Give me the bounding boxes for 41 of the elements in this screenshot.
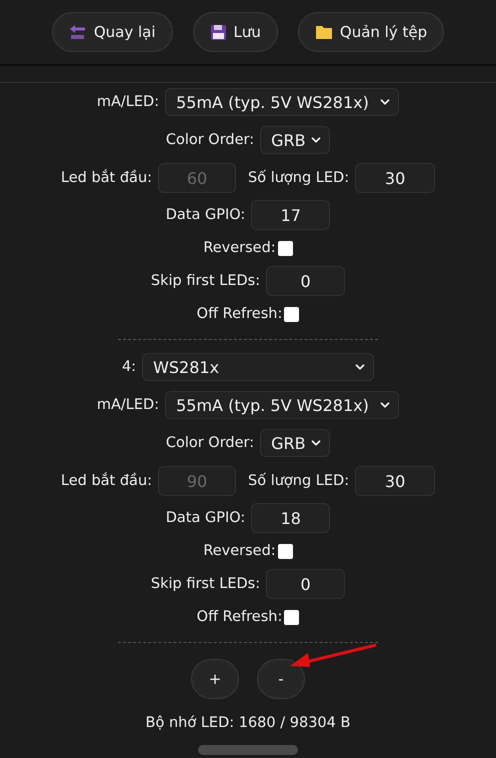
current-select[interactable]: 55mA (typ. 5V WS281x)	[165, 88, 400, 116]
field-label: Data GPIO:	[166, 207, 246, 223]
field-label: Skip first LEDs:	[150, 576, 260, 592]
field-label: Color Order:	[166, 435, 254, 451]
skip-leds-field[interactable]: 0	[266, 266, 346, 296]
field-label: mA/LED:	[96, 94, 160, 110]
reversed-checkbox[interactable]	[278, 544, 293, 558]
toolbar-button[interactable]: Quản lý tệp	[298, 12, 444, 52]
off-refresh-checkbox[interactable]	[284, 610, 300, 624]
led-count-field[interactable]: 30	[355, 466, 436, 496]
field-label: Skip first LEDs:	[150, 273, 260, 289]
memory-usage: Bộ nhớ LED: 1680 / 98304 B	[146, 715, 350, 731]
current-select[interactable]: 55mA (typ. 5V WS281x)	[165, 391, 400, 419]
field-label: mA/LED:	[96, 397, 160, 413]
toolbar-button[interactable]: Lưu	[192, 12, 278, 52]
toolbar-button[interactable]: Quay lại	[52, 12, 173, 52]
field-label: Led bắt đầu:	[60, 170, 152, 186]
gpio-field[interactable]: 18	[251, 503, 330, 533]
field-label: Color Order:	[166, 132, 254, 148]
bus-index: 4:	[122, 359, 136, 375]
reversed-checkbox[interactable]	[278, 240, 293, 256]
field-label: Off Refresh:	[196, 609, 282, 625]
field-label: Data GPIO:	[166, 510, 246, 526]
color-order-select[interactable]: GRB	[260, 429, 330, 457]
color-order-select[interactable]: GRB	[260, 126, 330, 154]
field-label: Số lượng LED:	[248, 170, 350, 186]
skip-leds-field[interactable]: 0	[266, 569, 346, 599]
gpio-field[interactable]: 17	[251, 200, 330, 230]
led-type-select[interactable]: WS281x	[142, 353, 374, 381]
bus-button[interactable]: -	[257, 659, 305, 699]
bus-button[interactable]: +	[191, 659, 239, 699]
field-label: Số lượng LED:	[248, 473, 350, 489]
field-label: Reversed:	[203, 543, 276, 559]
off-refresh-checkbox[interactable]	[284, 306, 300, 322]
back-arrow-icon	[68, 23, 87, 41]
folder-icon	[314, 24, 333, 40]
led-count-field[interactable]: 30	[355, 163, 436, 193]
field-label: Led bắt đầu:	[60, 473, 152, 489]
field-label: Off Refresh:	[196, 306, 282, 322]
field-label: Reversed:	[203, 240, 276, 256]
scrollbar[interactable]	[198, 745, 298, 755]
